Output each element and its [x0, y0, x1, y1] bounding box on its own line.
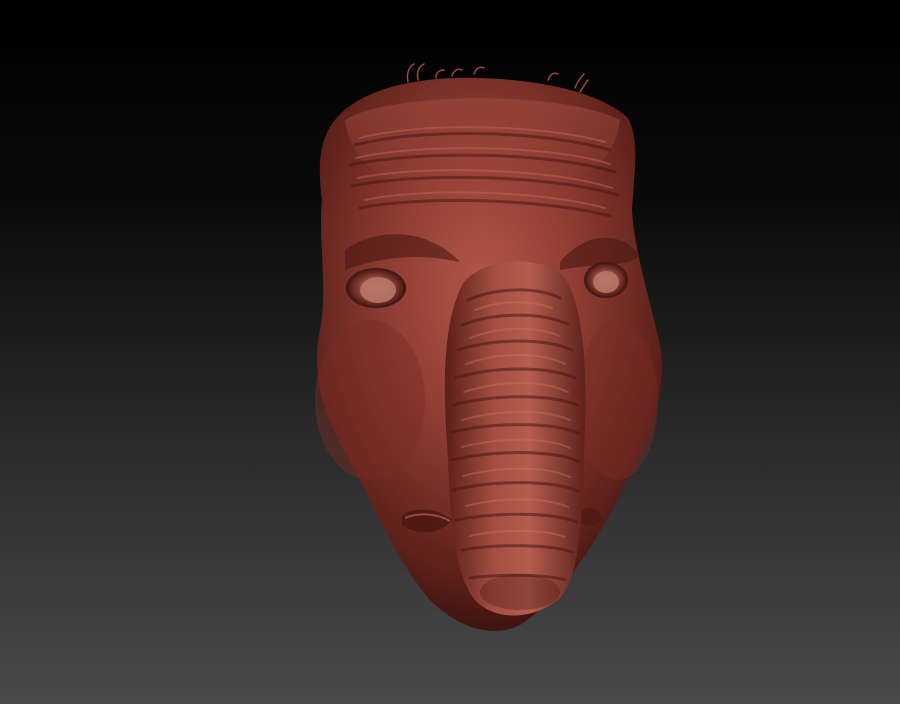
sculpt-model-render[interactable]: [0, 0, 900, 704]
trunk-tip: [480, 574, 560, 610]
right-cheek: [578, 320, 658, 480]
left-cheek: [315, 320, 425, 480]
3d-viewport[interactable]: [0, 0, 900, 704]
